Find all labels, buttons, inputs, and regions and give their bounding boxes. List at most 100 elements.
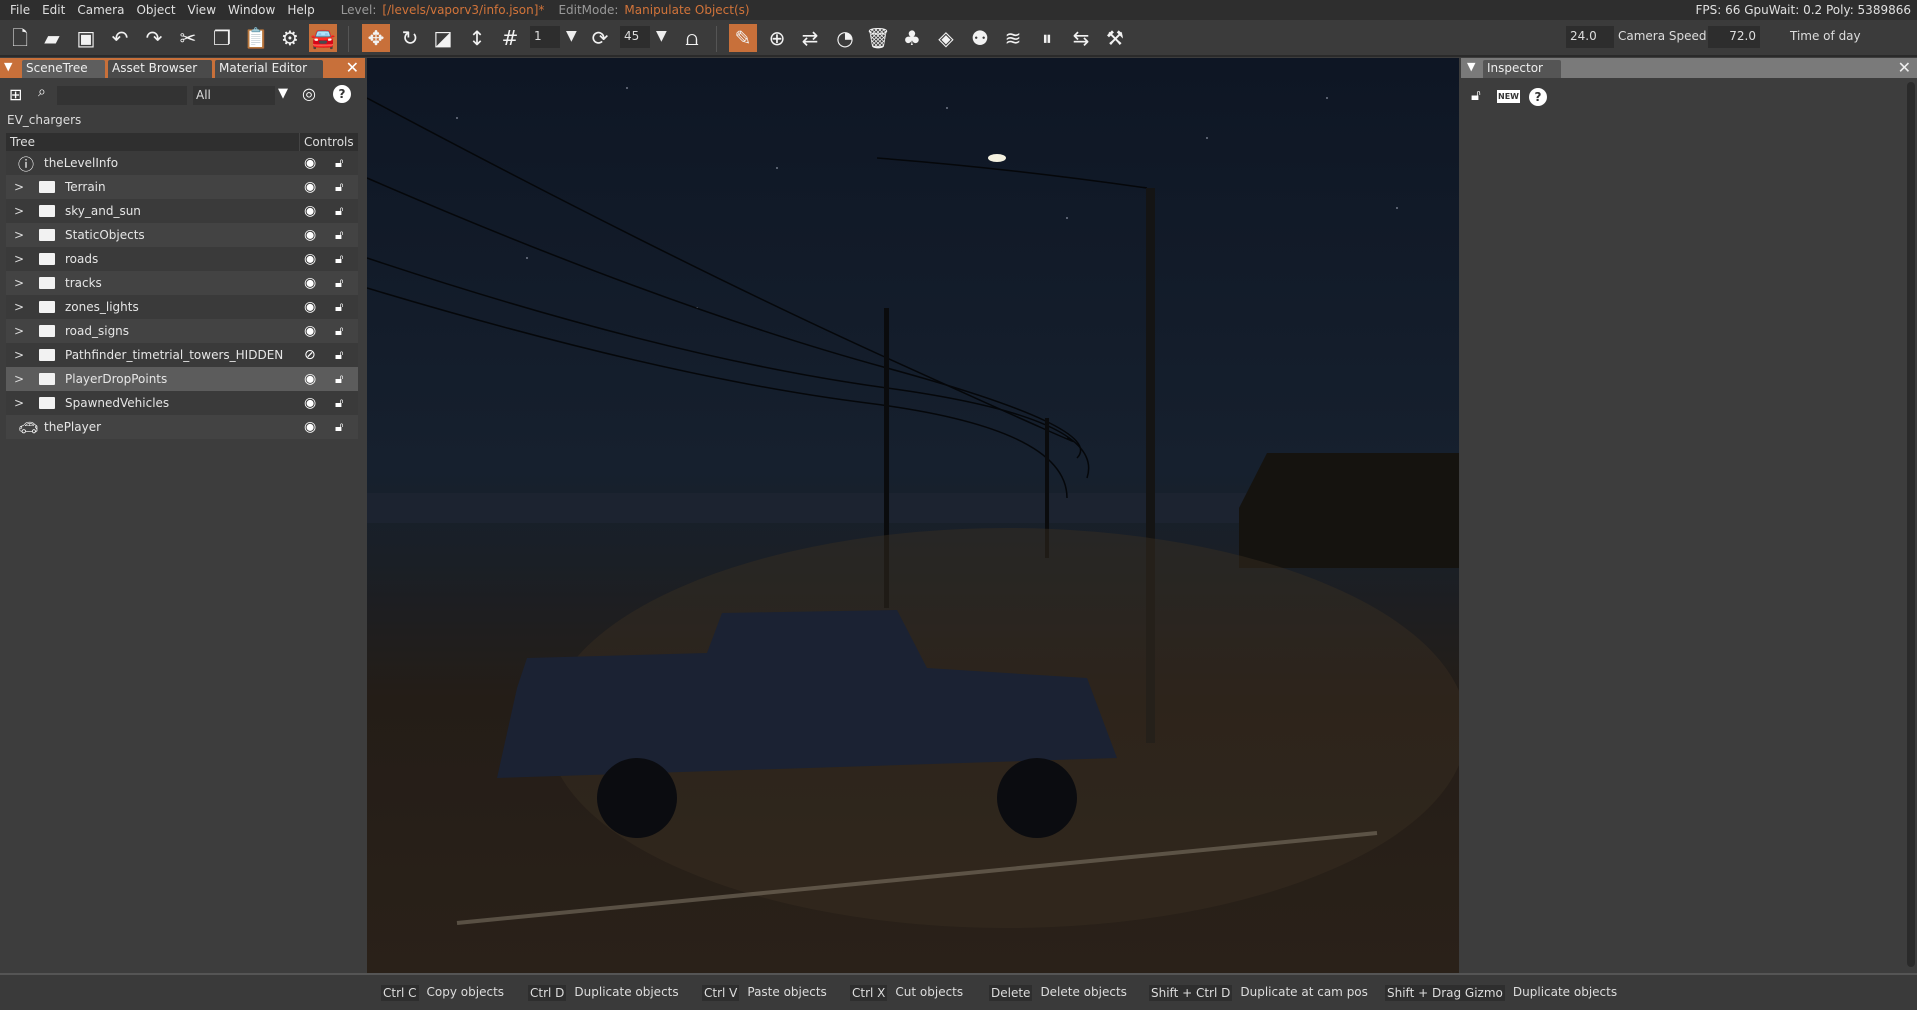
open-folder-icon[interactable]: ▰ bbox=[38, 24, 66, 52]
add-object-icon[interactable]: ⊕ bbox=[763, 24, 791, 52]
lock-icon[interactable]: 🔓︎ bbox=[335, 372, 343, 387]
lock-icon[interactable]: 🔓︎ bbox=[335, 348, 343, 363]
search-input[interactable] bbox=[57, 86, 187, 105]
tree-row[interactable]: > StaticObjects ◉ 🔓︎ bbox=[6, 223, 358, 247]
close-icon[interactable]: ✕ bbox=[346, 58, 359, 77]
tree-row[interactable]: > roads ◉ 🔓︎ bbox=[6, 247, 358, 271]
menu-help[interactable]: Help bbox=[287, 3, 314, 17]
road-tool-icon[interactable]: ⇄ bbox=[796, 24, 824, 52]
filter-dropdown-icon[interactable]: ▼ bbox=[278, 86, 288, 101]
rotate-snap-input[interactable]: 45 bbox=[620, 26, 650, 48]
redo-icon[interactable]: ↷ bbox=[140, 24, 168, 52]
tab-inspector[interactable]: Inspector bbox=[1483, 60, 1561, 78]
settings-gear-icon[interactable]: ⚙ bbox=[276, 24, 304, 52]
expand-chevron-icon[interactable]: > bbox=[14, 348, 24, 362]
collapse-icon[interactable]: ▼ bbox=[4, 60, 12, 73]
rotate-snap-dropdown-icon[interactable]: ▼ bbox=[656, 28, 667, 44]
menu-object[interactable]: Object bbox=[136, 3, 175, 17]
navigation-path-icon[interactable]: ⇆ bbox=[1067, 24, 1095, 52]
menu-view[interactable]: View bbox=[188, 3, 216, 17]
save-icon[interactable]: ▣ bbox=[72, 24, 100, 52]
grid-snap-input[interactable]: 1 bbox=[530, 26, 560, 48]
menu-window[interactable]: Window bbox=[228, 3, 275, 17]
eye-icon[interactable]: ◉ bbox=[304, 275, 316, 291]
edit-pencil-icon[interactable]: ✎ bbox=[729, 24, 757, 52]
lock-icon[interactable]: 🔓︎ bbox=[335, 300, 343, 315]
road-lanes-icon[interactable]: ⏸ bbox=[1033, 24, 1061, 52]
add-group-icon[interactable]: ⊞ bbox=[9, 85, 22, 104]
lock-icon[interactable]: 🔓︎ bbox=[335, 252, 343, 267]
rotate-snap-icon[interactable]: ⟳ bbox=[586, 24, 614, 52]
3d-viewport[interactable] bbox=[367, 58, 1459, 973]
eye-slash-icon[interactable]: ⊘ bbox=[304, 347, 316, 363]
vehicle-mode-icon[interactable]: 🚘 bbox=[309, 24, 337, 52]
help-icon[interactable]: ? bbox=[333, 85, 351, 103]
eye-icon[interactable]: ◉ bbox=[304, 419, 316, 435]
expand-chevron-icon[interactable]: > bbox=[14, 324, 24, 338]
eye-icon[interactable]: ◉ bbox=[304, 179, 316, 195]
expand-chevron-icon[interactable]: > bbox=[14, 180, 24, 194]
eye-icon[interactable]: ◉ bbox=[304, 371, 316, 387]
tree-row[interactable]: ⓘ theLevelInfo ◉ 🔓︎ bbox=[6, 151, 358, 175]
eye-icon[interactable]: ◉ bbox=[304, 299, 316, 315]
eye-icon[interactable]: ◉ bbox=[304, 155, 316, 171]
lock-icon[interactable]: 🔓︎ bbox=[335, 420, 343, 435]
time-of-day-input[interactable]: 72.0 bbox=[1708, 26, 1760, 48]
object-placement-icon[interactable]: ⚉ bbox=[966, 24, 994, 52]
layers-icon[interactable]: ◈ bbox=[932, 24, 960, 52]
tree-row[interactable]: > sky_and_sun ◉ 🔓︎ bbox=[6, 199, 358, 223]
expand-chevron-icon[interactable]: > bbox=[14, 300, 24, 314]
scale-gizmo-icon[interactable]: ◪ bbox=[429, 24, 457, 52]
cut-icon[interactable]: ✂ bbox=[174, 24, 202, 52]
tree-row[interactable]: 🚗︎ thePlayer ◉ 🔓︎ bbox=[6, 415, 358, 439]
close-icon[interactable]: ✕ bbox=[1898, 58, 1911, 77]
menu-edit[interactable]: Edit bbox=[42, 3, 65, 17]
eye-icon[interactable]: ◉ bbox=[304, 251, 316, 267]
expand-chevron-icon[interactable]: > bbox=[14, 252, 24, 266]
eye-icon[interactable]: ◉ bbox=[304, 227, 316, 243]
expand-chevron-icon[interactable]: > bbox=[14, 276, 24, 290]
eye-icon[interactable]: ◉ bbox=[304, 323, 316, 339]
tree-row[interactable]: > PlayerDropPoints ◉ 🔓︎ bbox=[6, 367, 358, 391]
river-tool-icon[interactable]: ≋ bbox=[999, 24, 1027, 52]
tree-row[interactable]: > zones_lights ◉ 🔓︎ bbox=[6, 295, 358, 319]
tree-row[interactable]: > Pathfinder_timetrial_towers_HIDDEN ⊘ 🔓︎ bbox=[6, 343, 358, 367]
new-file-icon[interactable]: 🗋 bbox=[6, 24, 34, 52]
lock-icon[interactable]: 🔓︎ bbox=[335, 396, 343, 411]
lock-icon[interactable]: 🔓︎ bbox=[335, 156, 343, 171]
lock-icon[interactable]: 🔓︎ bbox=[335, 276, 343, 291]
lock-icon[interactable]: 🔓︎ bbox=[335, 324, 343, 339]
collapse-icon[interactable]: ▼ bbox=[1467, 60, 1475, 73]
new-button[interactable]: NEW bbox=[1497, 90, 1520, 103]
tree-row[interactable]: > Terrain ◉ 🔓︎ bbox=[6, 175, 358, 199]
paste-icon[interactable]: 📋 bbox=[242, 24, 270, 52]
grid-snap-icon[interactable]: # bbox=[496, 24, 524, 52]
tab-asset-browser[interactable]: Asset Browser bbox=[108, 60, 212, 78]
inspector-scrollbar[interactable] bbox=[1907, 82, 1915, 967]
lock-icon[interactable]: 🔓︎ bbox=[335, 228, 343, 243]
eye-icon[interactable]: ◉ bbox=[304, 395, 316, 411]
lock-icon[interactable]: 🔓︎ bbox=[335, 204, 343, 219]
tree-row[interactable]: > SpawnedVehicles ◉ 🔓︎ bbox=[6, 391, 358, 415]
delete-trash-icon[interactable]: 🗑 bbox=[864, 24, 892, 52]
tree-row[interactable]: > tracks ◉ 🔓︎ bbox=[6, 271, 358, 295]
undo-icon[interactable]: ↶ bbox=[106, 24, 134, 52]
world-space-icon[interactable]: ↕ bbox=[463, 24, 491, 52]
menu-camera[interactable]: Camera bbox=[77, 3, 124, 17]
snap-to-ground-icon[interactable]: ⩍ bbox=[678, 24, 706, 52]
expand-chevron-icon[interactable]: > bbox=[14, 396, 24, 410]
expand-chevron-icon[interactable]: > bbox=[14, 372, 24, 386]
lock-icon[interactable]: 🔓︎ bbox=[335, 180, 343, 195]
tab-scenetree[interactable]: SceneTree bbox=[22, 60, 105, 78]
terrain-paint-icon[interactable]: ◔ bbox=[831, 24, 859, 52]
snap-dropdown-icon[interactable]: ▼ bbox=[566, 28, 577, 44]
copy-icon[interactable]: ❐ bbox=[208, 24, 236, 52]
tree-row[interactable]: > road_signs ◉ 🔓︎ bbox=[6, 319, 358, 343]
move-gizmo-icon[interactable]: ✥ bbox=[362, 24, 390, 52]
eye-icon[interactable]: ◉ bbox=[304, 203, 316, 219]
lock-icon[interactable]: 🔓︎ bbox=[1471, 86, 1481, 104]
rotate-gizmo-icon[interactable]: ↻ bbox=[396, 24, 424, 52]
menu-file[interactable]: File bbox=[10, 3, 30, 17]
forest-trees-icon[interactable]: ♣ bbox=[898, 24, 926, 52]
tab-material-editor[interactable]: Material Editor bbox=[215, 60, 323, 78]
